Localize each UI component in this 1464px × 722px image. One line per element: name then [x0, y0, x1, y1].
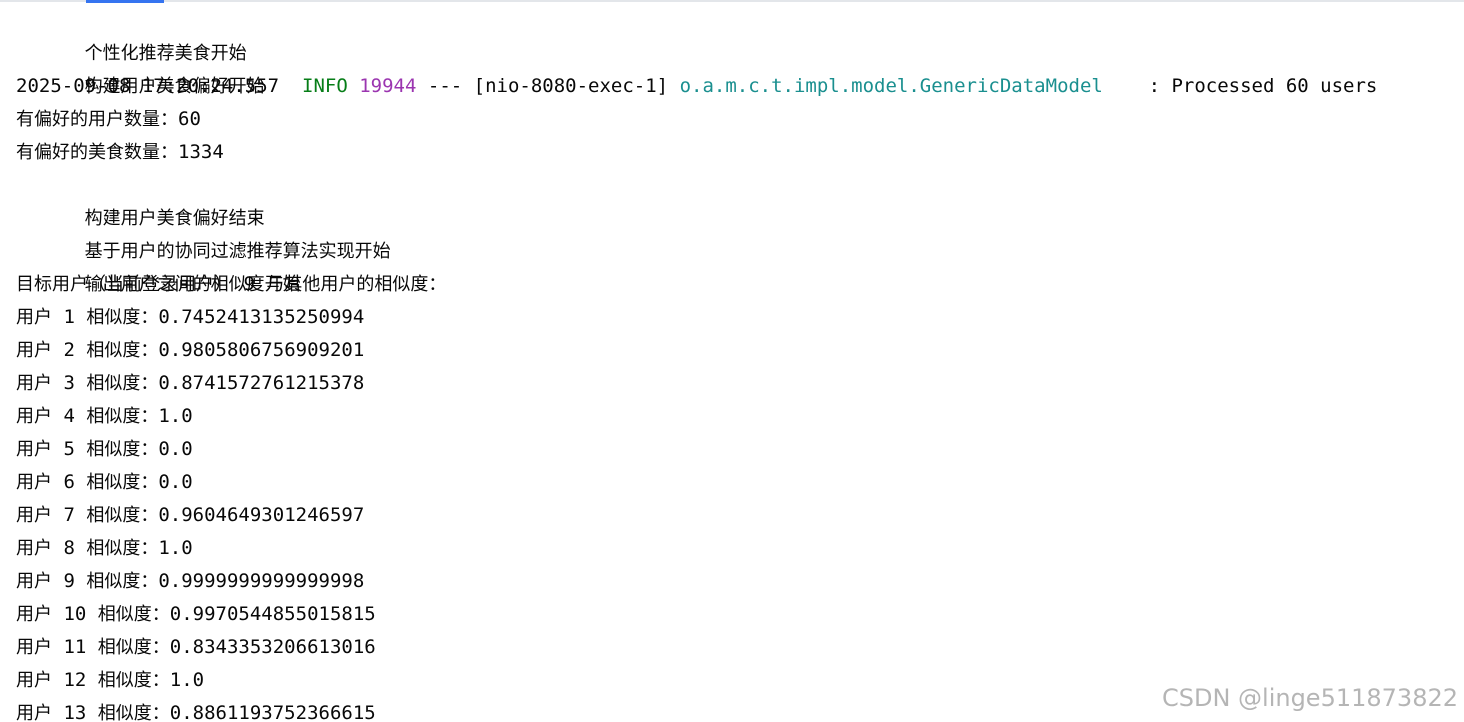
- user-label: 用户: [16, 439, 52, 460]
- console-line-food-count: 有偏好的美食数量：1334: [16, 141, 224, 163]
- log-separator: ---: [427, 75, 463, 97]
- similarity-row: 用户 8 相似度：1.0: [16, 532, 1456, 565]
- similarity-value: 1.0: [158, 537, 193, 559]
- user-label: 用户: [16, 670, 52, 691]
- user-id: 7: [63, 504, 75, 526]
- similarity-row: 用户 10 相似度：0.9970544855015815: [16, 598, 1456, 631]
- console-output[interactable]: 个性化推荐美食开始 构建用户美食偏好开始 2025-09-08 17:20:24…: [0, 0, 1464, 722]
- log-level: INFO: [302, 75, 348, 97]
- user-id: 9: [63, 570, 75, 592]
- similarity-value: 1.0: [158, 405, 193, 427]
- console-line-build-end: 构建用户美食偏好结束: [84, 208, 265, 229]
- user-label: 用户: [16, 307, 52, 328]
- user-label: 用户: [16, 637, 52, 658]
- similarity-row: 用户 9 相似度：0.9999999999999998: [16, 565, 1456, 598]
- log-pid: 19944: [359, 75, 417, 97]
- similarity-label: 相似度：: [86, 571, 159, 592]
- similarity-value: 1.0: [169, 669, 205, 691]
- active-tab-indicator: [86, 0, 164, 3]
- similarity-row: 用户 11 相似度：0.8343353206613016: [16, 631, 1456, 664]
- user-label: 用户: [16, 571, 52, 592]
- similarity-label: 相似度：: [86, 406, 159, 427]
- similarity-value: 0.9805806756909201: [158, 339, 365, 361]
- similarity-value: 0.0: [158, 438, 193, 460]
- similarity-value: 0.9604649301246597: [158, 504, 365, 526]
- log-thread: [nio-8080-exec-1]: [473, 75, 669, 97]
- log-logger: o.a.m.c.t.impl.model.GenericDataModel: [679, 75, 1103, 97]
- user-id: 12: [63, 669, 87, 691]
- similarity-label: 相似度：: [86, 340, 159, 361]
- similarity-label: 相似度：: [97, 703, 170, 722]
- similarity-row: 用户 4 相似度：1.0: [16, 400, 1456, 433]
- similarity-label: 相似度：: [86, 439, 159, 460]
- similarity-value: 0.8741572761215378: [158, 372, 365, 394]
- similarity-label: 相似度：: [86, 505, 159, 526]
- similarity-label: 相似度：: [97, 670, 170, 691]
- user-label: 用户: [16, 373, 52, 394]
- similarity-label: 相似度：: [86, 373, 159, 394]
- user-id: 1: [63, 306, 75, 328]
- similarity-label: 相似度：: [97, 637, 170, 658]
- similarity-row: 用户 3 相似度：0.8741572761215378: [16, 367, 1456, 400]
- similarity-row: 用户 6 相似度：0.0: [16, 466, 1456, 499]
- user-id: 2: [63, 339, 75, 361]
- similarity-value: 0.8343353206613016: [169, 636, 376, 658]
- log-message: : Processed 60 users: [1148, 75, 1378, 97]
- similarity-label: 相似度：: [97, 604, 170, 625]
- user-id: 4: [63, 405, 75, 427]
- similarity-row: 用户 5 相似度：0.0: [16, 433, 1456, 466]
- similarity-row: 用户 7 相似度：0.9604649301246597: [16, 499, 1456, 532]
- user-label: 用户: [16, 538, 52, 559]
- user-id: 5: [63, 438, 75, 460]
- similarity-value: 0.0: [158, 471, 193, 493]
- console-line-user-count: 有偏好的用户数量：60: [16, 108, 201, 130]
- console-lines: 个性化推荐美食开始 构建用户美食偏好开始 2025-09-08 17:20:24…: [16, 4, 1456, 722]
- user-label: 用户: [16, 505, 52, 526]
- console-line-target-user: 目标用户（当前登录用户） 9 与其他用户的相似度：: [16, 273, 447, 295]
- similarity-list: 用户 1 相似度：0.7452413135250994 用户 2 相似度：0.98…: [16, 301, 1456, 722]
- csdn-watermark: CSDN @linge511873822: [1161, 684, 1458, 712]
- top-divider: [0, 0, 1464, 2]
- user-id: 8: [63, 537, 75, 559]
- user-id: 13: [63, 702, 87, 722]
- user-label: 用户: [16, 472, 52, 493]
- log-timestamp: 2025-09-08 17:20:24.557: [16, 75, 280, 97]
- similarity-value: 0.9970544855015815: [169, 603, 376, 625]
- log-line: 2025-09-08 17:20:24.557 INFO 19944 --- […: [16, 70, 1456, 103]
- similarity-label: 相似度：: [86, 472, 159, 493]
- similarity-label: 相似度：: [86, 538, 159, 559]
- user-label: 用户: [16, 406, 52, 427]
- user-id: 6: [63, 471, 75, 493]
- user-id: 10: [63, 603, 87, 625]
- user-id: 3: [63, 372, 75, 394]
- similarity-row: 用户 2 相似度：0.9805806756909201: [16, 334, 1456, 367]
- similarity-value: 0.8861193752366615: [169, 702, 376, 722]
- user-label: 用户: [16, 604, 52, 625]
- similarity-row: 用户 1 相似度：0.7452413135250994: [16, 301, 1456, 334]
- user-label: 用户: [16, 340, 52, 361]
- user-label: 用户: [16, 703, 52, 722]
- similarity-value: 0.7452413135250994: [158, 306, 365, 328]
- similarity-label: 相似度：: [86, 307, 159, 328]
- console-line-recommend-start: 个性化推荐美食开始: [84, 43, 247, 64]
- user-id: 11: [63, 636, 87, 658]
- similarity-value: 0.9999999999999998: [158, 570, 365, 592]
